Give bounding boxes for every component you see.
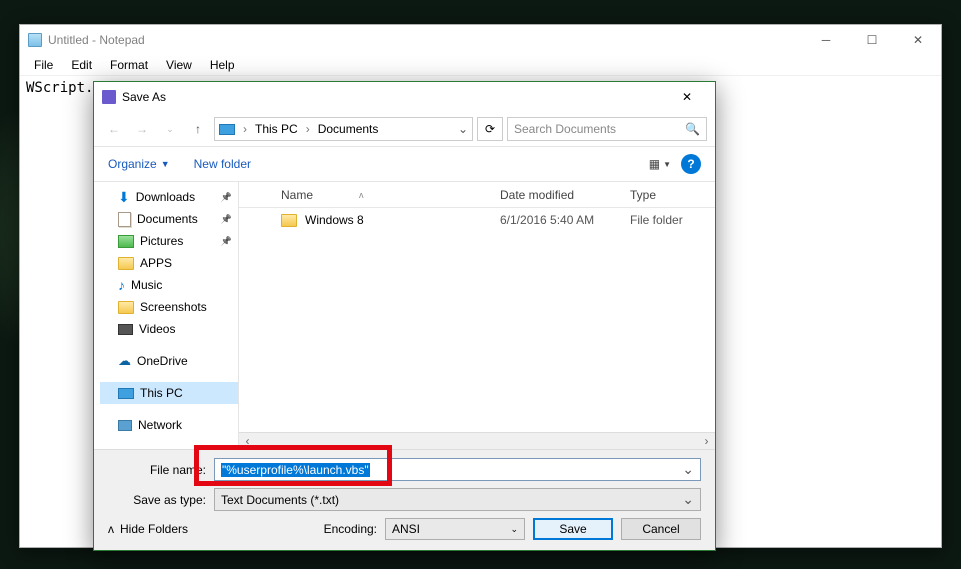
tree-label: APPS [140,256,172,270]
folder-icon [118,257,134,270]
saveas-title: Save As [122,90,166,104]
search-placeholder: Search Documents [514,122,616,136]
saveastype-select[interactable]: Text Documents (*.txt) [214,488,701,511]
saveastype-value: Text Documents (*.txt) [221,493,339,507]
address-bar[interactable]: › This PC › Documents ⌄ [214,117,473,141]
nav-back-button[interactable]: ← [102,117,126,141]
encoding-label: Encoding: [324,522,377,536]
tree-item-pictures[interactable]: Pictures [100,230,238,252]
filename-input[interactable]: "%userprofile%\launch.vbs" [214,458,701,481]
folder-icon [118,301,134,314]
notepad-icon [28,33,42,47]
saveas-close-button[interactable]: ✕ [667,90,707,104]
tree-label: This PC [140,386,183,400]
file-row[interactable]: Windows 8 6/1/2016 5:40 AMFile folder [239,208,715,232]
tree-label: Music [131,278,162,292]
sort-indicator-icon: ʌ [359,190,364,200]
horizontal-scrollbar[interactable]: ‹ › [239,432,715,449]
tree-label: Videos [139,322,175,336]
nav-up-button[interactable]: ↑ [186,117,210,141]
menu-edit[interactable]: Edit [63,56,100,74]
document-icon [118,212,131,227]
video-icon [118,324,133,335]
menu-format[interactable]: Format [102,56,156,74]
scroll-right-icon[interactable]: › [698,434,715,448]
hide-folders-button[interactable]: ʌ Hide Folders [108,522,188,536]
tree-item-videos[interactable]: Videos [100,318,238,340]
saveas-dialog: Save As ✕ ← → ⌄ ↑ › This PC › Documents … [93,81,716,551]
scroll-left-icon[interactable]: ‹ [239,434,256,448]
notepad-titlebar[interactable]: Untitled - Notepad ─ ☐ ✕ [20,25,941,55]
tree-item-documents[interactable]: Documents [100,208,238,230]
row-name: Windows 8 [305,213,364,227]
breadcrumb-root[interactable]: This PC [255,122,298,136]
save-icon [102,90,116,104]
thispc-icon [219,124,235,135]
search-input[interactable]: Search Documents 🔍 [507,117,707,141]
col-name[interactable]: Name [281,188,313,202]
maximize-button[interactable]: ☐ [849,25,895,55]
organize-button[interactable]: Organize ▼ [108,157,170,171]
thispc-icon [118,388,134,399]
view-button[interactable]: ▦ ▼ [649,157,671,171]
search-icon: 🔍 [685,122,700,136]
chevron-up-icon: ʌ [108,522,114,536]
newfolder-button[interactable]: New folder [194,157,251,171]
saveas-titlebar[interactable]: Save As ✕ [94,82,715,112]
menu-view[interactable]: View [158,56,200,74]
download-icon: ⬇ [118,189,130,206]
minimize-button[interactable]: ─ [803,25,849,55]
chevron-right-icon: › [243,122,247,136]
filename-label: File name: [108,463,214,477]
navigation-tree[interactable]: ⬇ Downloads Documents Pictures APPS ♪ Music Scr… [94,182,239,449]
save-button[interactable]: Save [533,518,613,540]
folder-icon [281,214,297,227]
tree-label: Downloads [136,190,195,204]
tree-item-music[interactable]: ♪ Music [100,274,238,296]
notepad-title: Untitled - Notepad [48,33,145,47]
saveastype-label: Save as type: [108,493,214,507]
row-date: 6/1/2016 5:40 AM [500,213,630,227]
encoding-select[interactable]: ANSI ⌄ [385,518,525,540]
onedrive-icon: ☁ [118,353,131,369]
notepad-menubar: File Edit Format View Help [20,55,941,76]
refresh-button[interactable]: ⟳ [477,117,503,141]
tree-item-apps[interactable]: APPS [100,252,238,274]
col-type[interactable]: Type [630,188,715,202]
tree-item-screenshots[interactable]: Screenshots [100,296,238,318]
tree-item-this-pc[interactable]: This PC [100,382,238,404]
pictures-icon [118,235,134,248]
tree-label: Network [138,418,182,432]
tree-label: OneDrive [137,354,188,368]
nav-forward-button[interactable]: → [130,117,154,141]
nav-recent-button[interactable]: ⌄ [158,117,182,141]
row-type: File folder [630,213,715,227]
chevron-right-icon: › [306,122,310,136]
address-dropdown-icon[interactable]: ⌄ [458,122,468,136]
tree-item-downloads[interactable]: ⬇ Downloads [100,186,238,208]
chevron-down-icon: ⌄ [510,524,518,535]
breadcrumb-folder[interactable]: Documents [318,122,379,136]
file-list[interactable]: Name ʌ Date modified Type Windows 8 6/1/20… [239,182,715,449]
tree-label: Documents [137,212,198,226]
tree-label: Screenshots [140,300,207,314]
tree-item-network[interactable]: Network [100,414,238,436]
menu-help[interactable]: Help [202,56,243,74]
filename-value: "%userprofile%\launch.vbs" [221,463,370,477]
menu-file[interactable]: File [26,56,61,74]
tree-item-onedrive[interactable]: ☁ OneDrive [100,350,238,372]
col-date[interactable]: Date modified [500,188,630,202]
music-icon: ♪ [118,277,125,293]
network-icon [118,420,132,431]
cancel-button[interactable]: Cancel [621,518,701,540]
tree-label: Pictures [140,234,183,248]
help-button[interactable]: ? [681,154,701,174]
close-button[interactable]: ✕ [895,25,941,55]
